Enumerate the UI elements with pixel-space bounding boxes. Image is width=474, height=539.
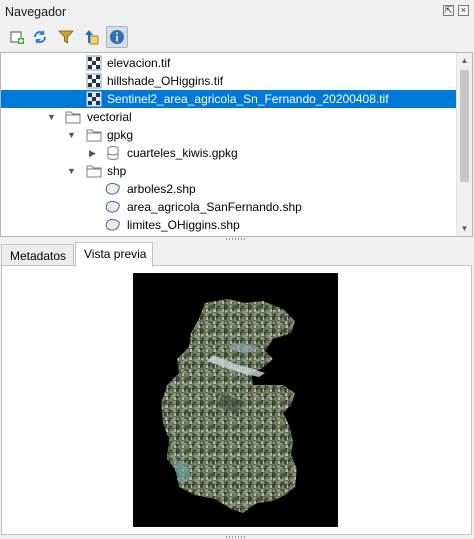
properties-button[interactable] bbox=[106, 26, 128, 48]
tree-item-sentinel2[interactable]: Sentinel2_area_agricola_Sn_Fernando_2020… bbox=[1, 90, 457, 108]
tree-item-vectorial[interactable]: ▼ vectorial bbox=[1, 108, 457, 126]
raster-icon bbox=[86, 55, 102, 71]
preview-pane bbox=[1, 265, 472, 535]
browser-tree[interactable]: elevacion.tif hillshade_OHiggins.tif Sen… bbox=[0, 52, 473, 237]
tree-item-label: arboles2.shp bbox=[127, 182, 196, 196]
tree-item-limites[interactable]: limites_OHiggins.shp bbox=[1, 216, 457, 234]
raster-icon bbox=[86, 73, 102, 89]
tab-label: Vista previa bbox=[84, 247, 147, 261]
scrollbar-thumb[interactable] bbox=[460, 70, 469, 182]
splitter-grip-icon bbox=[226, 238, 246, 240]
tree-item-gpkg[interactable]: ▼ gpkg bbox=[1, 126, 457, 144]
polygon-icon bbox=[105, 218, 120, 231]
raster-icon bbox=[86, 91, 102, 107]
info-icon bbox=[110, 30, 124, 44]
tree-item-label: vectorial bbox=[87, 110, 132, 124]
tab-bar: Metadatos Vista previa bbox=[0, 242, 474, 267]
tree-scrollbar[interactable]: ▲ ▼ bbox=[456, 53, 472, 236]
scroll-down-icon[interactable]: ▼ bbox=[457, 221, 472, 236]
tree-item-shp[interactable]: ▼ shp bbox=[1, 162, 457, 180]
folder-icon bbox=[86, 165, 102, 178]
polygon-icon bbox=[105, 200, 120, 213]
tree-item-label: cuarteles_kiwis.gpkg bbox=[127, 146, 238, 160]
raster-preview bbox=[133, 273, 338, 527]
scroll-up-icon[interactable]: ▲ bbox=[457, 53, 472, 68]
filter-icon bbox=[58, 30, 74, 44]
database-icon bbox=[107, 146, 119, 161]
tree-item-label: area_agricola_SanFernando.shp bbox=[127, 200, 302, 214]
panel-title-text: Navegador bbox=[5, 5, 67, 19]
tree-item-arboles2[interactable]: arboles2.shp bbox=[1, 180, 457, 198]
folder-icon bbox=[65, 111, 81, 124]
collapse-all-button[interactable] bbox=[81, 26, 103, 48]
tree-item-cuarteles-kiwis[interactable]: ▶ cuarteles_kiwis.gpkg bbox=[1, 144, 457, 162]
close-icon[interactable]: × bbox=[458, 5, 469, 16]
tree-item-label: shp bbox=[107, 164, 127, 178]
browser-toolbar bbox=[0, 24, 474, 51]
collapse-icon bbox=[85, 30, 99, 45]
float-icon[interactable]: ⇱ bbox=[443, 5, 454, 16]
expanded-arrow-icon[interactable]: ▼ bbox=[47, 111, 57, 123]
bottom-grip-icon bbox=[226, 536, 246, 538]
panel-title: Navegador bbox=[0, 0, 474, 24]
tree-item-label: hillshade_OHiggins.tif bbox=[107, 74, 224, 88]
expanded-arrow-icon[interactable]: ▼ bbox=[67, 129, 77, 141]
polygon-icon bbox=[105, 182, 120, 195]
add-layer-button[interactable] bbox=[6, 26, 28, 48]
expanded-arrow-icon[interactable]: ▼ bbox=[67, 165, 77, 177]
add-layer-icon bbox=[10, 31, 24, 44]
raster-preview-image bbox=[161, 299, 297, 513]
filter-button[interactable] bbox=[55, 26, 77, 48]
folder-icon bbox=[86, 129, 102, 142]
tree-item-label: limites_OHiggins.shp bbox=[127, 218, 240, 232]
tree-item-hillshade[interactable]: hillshade_OHiggins.tif bbox=[1, 72, 457, 90]
tab-metadatos[interactable]: Metadatos bbox=[1, 244, 74, 266]
refresh-icon bbox=[34, 30, 46, 44]
refresh-button[interactable] bbox=[29, 26, 51, 48]
tree-item-label: Sentinel2_area_agricola_Sn_Fernando_2020… bbox=[107, 92, 389, 106]
tree-item-area-agricola[interactable]: area_agricola_SanFernando.shp bbox=[1, 198, 457, 216]
tree-item-elevacion[interactable]: elevacion.tif bbox=[1, 54, 457, 72]
tab-label: Metadatos bbox=[10, 249, 67, 263]
tree-item-label: gpkg bbox=[107, 128, 134, 142]
tab-vista-previa[interactable]: Vista previa bbox=[75, 242, 153, 267]
tree-item-label: elevacion.tif bbox=[107, 56, 171, 70]
collapsed-arrow-icon[interactable]: ▶ bbox=[89, 147, 99, 159]
